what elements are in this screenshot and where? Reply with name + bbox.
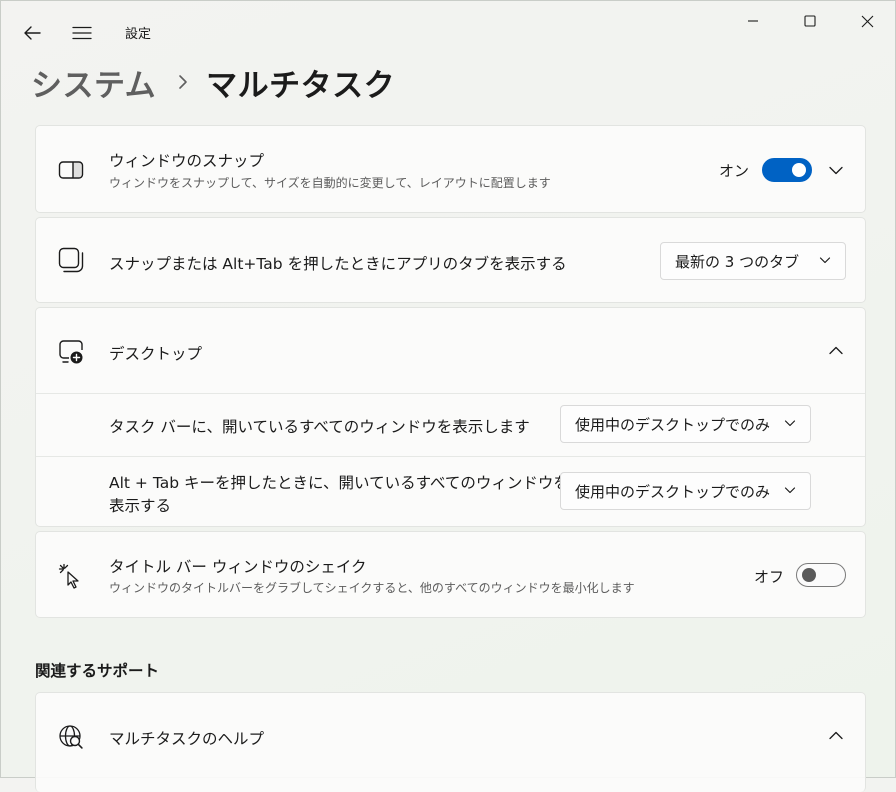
title-bar: 設定 [1, 1, 895, 57]
taskbar-windows-selected: 使用中のデスクトップでのみ [575, 415, 771, 434]
related-support-heading: 関連するサポート [35, 662, 160, 680]
breadcrumb: システム マルチタスク [31, 57, 395, 107]
multitasking-help-card[interactable]: マルチタスクのヘルプ [35, 692, 866, 792]
title-bar-shake-title: タイトル バー ウィンドウのシェイク [109, 558, 367, 576]
toggle-knob [802, 568, 816, 582]
close-button[interactable] [851, 9, 883, 33]
chevron-right-icon [178, 74, 188, 90]
title-bar-shake-card: タイトル バー ウィンドウのシェイク ウィンドウのタイトルバーをグラブしてシェイ… [35, 531, 866, 618]
alt-tab-tabs-dropdown[interactable]: 最新の 3 つのタブ [660, 242, 846, 280]
snap-windows-title: ウィンドウのスナップ [109, 152, 265, 170]
title-bar-shake-toggle[interactable] [796, 563, 846, 587]
desktops-card: デスクトップ タスク バーに、開いているすべてのウィンドウを表示します 使用中の… [35, 307, 866, 527]
alt-tab-windows-dropdown[interactable]: 使用中のデスクトップでのみ [560, 472, 811, 510]
navigation-menu-button[interactable] [69, 21, 95, 45]
divider [36, 393, 865, 394]
chevron-up-icon [827, 726, 845, 744]
alt-tab-tabs-title: スナップまたは Alt+Tab を押したときにアプリのタブを表示する [109, 255, 567, 273]
chevron-down-icon [819, 257, 831, 264]
alt-tab-windows-label-line2: 表示する [109, 497, 172, 515]
cursor-shake-icon [58, 563, 84, 589]
chevron-down-icon [784, 487, 796, 494]
snap-windows-description: ウィンドウをスナップして、サイズを自動的に変更して、レイアウトに配置します [109, 176, 551, 190]
desktops-header[interactable]: デスクトップ [36, 308, 865, 393]
app-title: 設定 [125, 27, 152, 42]
close-icon [861, 15, 873, 27]
maximize-icon [804, 15, 816, 27]
maximize-button[interactable] [794, 9, 826, 33]
breadcrumb-parent-link[interactable]: システム [31, 60, 156, 105]
minimize-button[interactable] [737, 9, 769, 33]
alt-tab-windows-selected: 使用中のデスクトップでのみ [575, 482, 771, 501]
desktop-add-icon [58, 339, 84, 365]
snap-toggle-label: オン [719, 162, 750, 180]
chevron-up-icon [827, 341, 845, 359]
stacked-windows-icon [58, 247, 84, 273]
globe-search-icon [58, 724, 84, 750]
snap-windows-toggle[interactable] [762, 158, 812, 182]
taskbar-windows-label: タスク バーに、開いているすべてのウィンドウを表示します [109, 418, 530, 436]
snap-windows-card[interactable]: ウィンドウのスナップ ウィンドウをスナップして、サイズを自動的に変更して、レイア… [35, 125, 866, 213]
divider [36, 456, 865, 457]
arrow-left-icon [24, 26, 41, 40]
alt-tab-tabs-selected: 最新の 3 つのタブ [675, 252, 800, 271]
chevron-down-icon [784, 420, 796, 427]
alt-tab-windows-label-line1: Alt + Tab キーを押したときに、開いているすべてのウィンドウを [109, 474, 569, 492]
toggle-knob [792, 163, 806, 177]
snap-window-icon [58, 157, 84, 183]
chevron-down-icon[interactable] [827, 161, 845, 179]
hamburger-menu-icon [72, 26, 92, 40]
taskbar-windows-dropdown[interactable]: 使用中のデスクトップでのみ [560, 405, 811, 443]
minimize-icon [748, 20, 758, 22]
page-title: マルチタスク [206, 67, 396, 104]
shake-toggle-label: オフ [754, 568, 785, 586]
desktops-title: デスクトップ [109, 345, 203, 363]
title-bar-shake-description: ウィンドウのタイトルバーをグラブしてシェイクすると、他のすべてのウィンドウを最小… [109, 581, 635, 595]
multitasking-help-title: マルチタスクのヘルプ [109, 730, 265, 748]
back-button[interactable] [19, 21, 45, 45]
settings-window: 設定 システム マルチタスク ウィンドウのスナップ ウィンドウをスナップして、サ… [0, 0, 896, 792]
alt-tab-tabs-card: スナップまたは Alt+Tab を押したときにアプリのタブを表示する 最新の 3… [35, 217, 866, 303]
